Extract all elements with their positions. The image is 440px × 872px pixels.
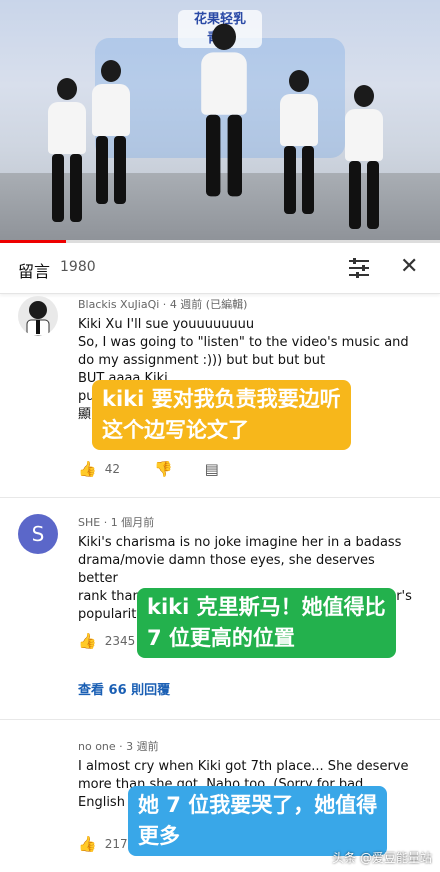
- comment-meta: SHE · 1 個月前: [78, 516, 155, 529]
- comment-meta: no one · 3 週前: [78, 740, 159, 753]
- dancer: [345, 85, 383, 229]
- comment-actions: 👍 2345: [78, 632, 135, 650]
- comment-author[interactable]: Blackis XuJiaQi: [78, 298, 159, 311]
- like-count: 2345: [104, 634, 136, 648]
- comments-count: 1980: [60, 259, 96, 275]
- thumbs-up-icon[interactable]: 👍: [78, 835, 97, 853]
- avatar[interactable]: [18, 296, 58, 336]
- thumbs-down-icon[interactable]: 👎: [154, 460, 173, 478]
- reply-icon[interactable]: ▤: [205, 460, 219, 478]
- comment-meta: Blackis XuJiaQi · 4 週前 (已編輯): [78, 298, 248, 311]
- comment-item: S SHE · 1 個月前 Kiki's charisma is no joke…: [0, 512, 440, 712]
- thumbs-up-icon[interactable]: 👍: [78, 460, 97, 478]
- caption-overlay: 她 7 位我要哭了，她值得 更多: [128, 786, 388, 856]
- dancer: [92, 60, 130, 204]
- comments-title: 留言: [18, 262, 51, 281]
- comment-author[interactable]: no one: [78, 740, 116, 753]
- watermark: 头条 @爱豆能量站: [332, 851, 432, 865]
- dancer: [280, 70, 318, 214]
- divider: [0, 497, 440, 498]
- comment-item: Blackis XuJiaQi · 4 週前 (已編輯) Kiki Xu I'l…: [0, 294, 440, 489]
- caption-overlay: kiki 要对我负责我要边听 这个边写论文了: [92, 380, 351, 450]
- comment-time: 3 週前: [126, 740, 159, 753]
- avatar[interactable]: S: [18, 514, 58, 554]
- comment-author[interactable]: SHE: [78, 516, 100, 529]
- dancer: [201, 23, 247, 197]
- close-icon[interactable]: ✕: [400, 255, 418, 279]
- video-player[interactable]: 花果轻乳 青春: [0, 0, 440, 243]
- caption-overlay: kiki 克里斯马！她值得比 7 位更高的位置: [137, 588, 396, 658]
- like-count: 217: [104, 837, 128, 851]
- divider: [0, 719, 440, 720]
- sort-filter-icon[interactable]: [348, 257, 370, 279]
- view-replies-link[interactable]: 查看 66 則回覆: [78, 679, 170, 698]
- thumbs-up-icon[interactable]: 👍: [78, 632, 97, 650]
- comment-time: 4 週前 (已編輯): [169, 298, 248, 311]
- like-count: 42: [104, 462, 120, 476]
- comment-actions: 👍 42 👎 ▤: [78, 460, 219, 478]
- comments-header: 留言 1980 ✕: [0, 243, 440, 294]
- comment-time: 1 個月前: [110, 516, 155, 529]
- dancer: [48, 78, 86, 222]
